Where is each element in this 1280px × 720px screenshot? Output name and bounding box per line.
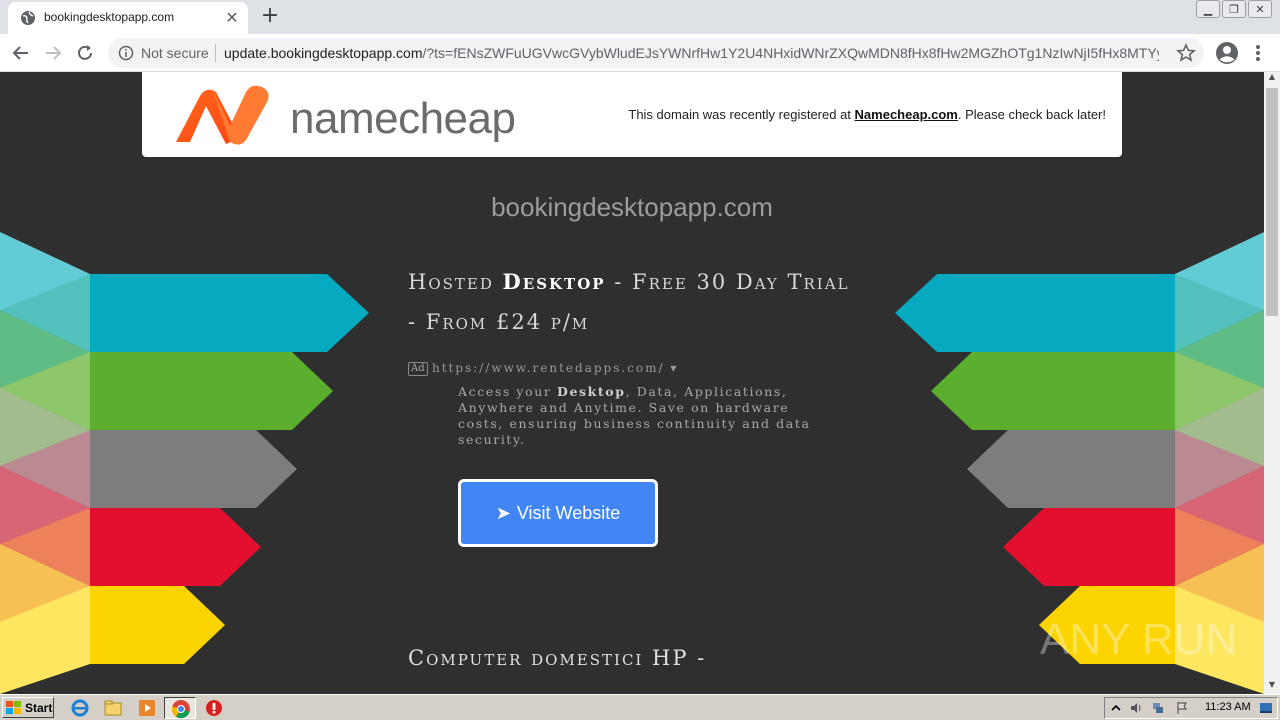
- watermark-text: ANY RUN: [1040, 615, 1237, 664]
- forward-button[interactable]: [40, 40, 66, 66]
- namecheap-logo-text: namecheap: [290, 94, 516, 143]
- internet-explorer-icon[interactable]: [70, 698, 90, 718]
- omnibox-divider: [215, 44, 216, 62]
- taskbar: Start 11:23 AM: [0, 694, 1280, 720]
- ad-desc-pre: Access your: [458, 384, 558, 399]
- ad-desc-bold: Desktop: [557, 384, 626, 399]
- ad-title[interactable]: Hosted Desktop - Free 30 Day Trial - Fro…: [408, 262, 858, 342]
- stop-sign-icon[interactable]: [204, 698, 224, 718]
- registration-notice: This domain was recently registered at N…: [628, 107, 1106, 122]
- network-icon[interactable]: [1151, 701, 1165, 715]
- info-icon[interactable]: [118, 45, 134, 61]
- tab-strip: bookingdesktopapp.com ✕ + ▁ ❐ ✕: [0, 0, 1280, 34]
- start-button[interactable]: Start: [2, 697, 54, 718]
- namecheap-link[interactable]: Namecheap.com: [855, 107, 958, 122]
- more-menu-icon[interactable]: [1248, 40, 1268, 66]
- media-player-icon[interactable]: [137, 698, 157, 718]
- windows-flag-icon: [6, 700, 21, 714]
- back-arrow-icon: [12, 46, 28, 60]
- ad-url[interactable]: https://www.rentedapps.com/ ▾: [432, 361, 678, 375]
- system-tray: 11:23 AM: [1104, 697, 1278, 719]
- chrome-icon: [171, 700, 190, 719]
- volume-icon[interactable]: [1129, 701, 1143, 715]
- visit-website-label: Visit Website: [516, 502, 621, 523]
- bookmark-star-icon[interactable]: [1176, 43, 1196, 63]
- right-stripe-decoration: [895, 232, 1264, 694]
- tab-title: bookingdesktopapp.com: [44, 10, 175, 24]
- browser-toolbar: Not secure update.bookingdesktopapp.com/…: [0, 34, 1280, 72]
- show-desktop-icon[interactable]: [1259, 701, 1273, 715]
- namecheap-logo-icon[interactable]: [166, 82, 278, 148]
- second-ad-title[interactable]: Computer domestici HP -: [408, 646, 706, 670]
- anyrun-watermark: ANY RUN: [1040, 615, 1237, 664]
- ad-description: Access your Desktop, Data, Applications,…: [458, 384, 828, 448]
- arrow-right-icon: ➤: [495, 502, 511, 523]
- scroll-down-icon[interactable]: ▼: [1264, 680, 1280, 694]
- scroll-thumb[interactable]: [1266, 88, 1278, 316]
- chrome-taskbar-button[interactable]: [164, 697, 196, 719]
- scroll-up-icon[interactable]: ▲: [1264, 72, 1280, 86]
- start-label: Start: [25, 700, 53, 715]
- notice-suffix: . Please check back later!: [957, 107, 1106, 122]
- notice-prefix: This domain was recently registered at: [628, 107, 855, 122]
- tray-expand-icon[interactable]: [1109, 701, 1123, 715]
- reload-icon: [78, 45, 92, 60]
- url-path: /?ts=fENsZWFuUGVwcGVybWludEJsYWNrfHw1Y2U…: [422, 45, 1159, 61]
- window-controls: ▁ ❐ ✕: [1196, 0, 1272, 20]
- file-explorer-icon[interactable]: [103, 698, 123, 718]
- clock[interactable]: 11:23 AM: [1205, 701, 1251, 713]
- reload-button[interactable]: [72, 40, 98, 66]
- forward-arrow-icon: [46, 46, 62, 60]
- url-host: update.bookingdesktopapp.com: [224, 45, 423, 61]
- ad-title-pre: Hosted: [408, 270, 503, 294]
- url-text[interactable]: update.bookingdesktopapp.com/?ts=fENsZWF…: [224, 45, 1159, 61]
- action-center-flag-icon[interactable]: [1175, 701, 1189, 715]
- domain-title: bookingdesktopapp.com: [491, 192, 773, 222]
- back-button[interactable]: [8, 40, 34, 66]
- close-tab-icon[interactable]: ✕: [222, 8, 242, 28]
- new-tab-button[interactable]: +: [258, 5, 282, 29]
- namecheap-header: namecheap This domain was recently regis…: [142, 72, 1122, 157]
- page-scrollbar[interactable]: ▲ ▼: [1264, 72, 1280, 694]
- security-label[interactable]: Not secure: [141, 45, 209, 61]
- minimize-button[interactable]: ▁: [1196, 0, 1220, 18]
- ad-title-bold: Desktop: [502, 269, 606, 294]
- visit-website-button[interactable]: ➤ Visit Website: [458, 479, 658, 547]
- globe-icon: [21, 11, 35, 25]
- left-stripe-decoration: [0, 232, 369, 694]
- restore-button[interactable]: ❐: [1222, 0, 1246, 18]
- account-icon[interactable]: [1214, 40, 1240, 66]
- ad-badge: Ad: [408, 362, 428, 376]
- address-bar[interactable]: Not secure update.bookingdesktopapp.com/…: [108, 38, 1204, 68]
- page-content: namecheap This domain was recently regis…: [0, 72, 1264, 694]
- close-window-button[interactable]: ✕: [1248, 0, 1272, 18]
- browser-tab[interactable]: bookingdesktopapp.com ✕: [8, 2, 248, 34]
